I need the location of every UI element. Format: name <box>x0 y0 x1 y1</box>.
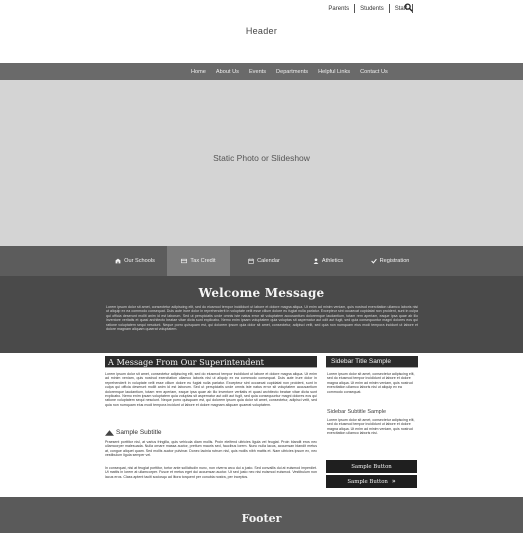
sample-button-label: Sample Button <box>347 478 388 485</box>
header-title: Header <box>245 26 278 36</box>
nav-item-home[interactable]: Home <box>186 69 211 75</box>
nav-item-helpful-links[interactable]: Helpful Links <box>313 69 355 75</box>
checkmark-icon <box>370 258 377 264</box>
main-nav: Home About Us Events Departments Helpful… <box>0 63 523 80</box>
quick-link-tax-credit[interactable]: Tax Credit <box>167 246 230 276</box>
nav-item-events[interactable]: Events <box>244 69 271 75</box>
footer: Footer <box>0 497 523 533</box>
quick-link-registration[interactable]: Registration <box>358 246 422 276</box>
welcome-title: Welcome Message <box>198 286 325 300</box>
nav-item-about-us[interactable]: About Us <box>211 69 244 75</box>
sidebar-heading-bar: Sidebar Title Sample <box>326 356 418 368</box>
welcome-section: Welcome Message Lorem ipsum dolor sit am… <box>0 276 523 353</box>
sample-button-arrow[interactable]: Sample Button » <box>326 475 417 488</box>
calendar-icon <box>248 258 254 264</box>
nav-item-departments[interactable]: Departments <box>271 69 313 75</box>
superintendent-heading-bar: A Message From Our Superintendent <box>105 356 317 368</box>
credit-card-icon <box>181 258 188 264</box>
double-chevron-right-icon: » <box>391 478 396 485</box>
nav-item-contact-us[interactable]: Contact Us <box>355 69 393 75</box>
body-paragraph: Praesent porttitor nisl, at varius fring… <box>105 440 317 458</box>
quick-link-label: Our Schools <box>124 258 155 264</box>
sidebar-subtitle: Sidebar Subtitle Sample <box>327 409 387 415</box>
sample-subtitle: Sample Subtitle <box>105 429 162 436</box>
utility-link-students[interactable]: Students <box>355 6 389 12</box>
superintendent-heading: A Message From Our Superintendent <box>108 357 264 367</box>
triangle-up-icon <box>105 429 114 436</box>
superintendent-paragraph: Lorem ipsum dolor sit amet, consectetur … <box>105 372 317 407</box>
quick-link-label: Athletics <box>321 258 344 264</box>
quick-link-athletics[interactable]: Athletics <box>298 246 358 276</box>
search-icon[interactable] <box>404 3 413 12</box>
sidebar-text: Lorem ipsum dolor sit amet, consectetur … <box>327 372 415 394</box>
content-section: A Message From Our Superintendent Lorem … <box>0 353 523 497</box>
sample-subtitle-label: Sample Subtitle <box>116 429 162 436</box>
quick-link-label: Tax Credit <box>190 258 216 264</box>
body-paragraph: In consequat, nisi at feugiat porttitor,… <box>105 466 317 479</box>
sidebar-title: Sidebar Title Sample <box>331 358 391 365</box>
welcome-body: Lorem ipsum dolor sit amet, consectetur … <box>106 305 418 332</box>
quick-links-bar: Our Schools Tax Credit Calendar Athletic… <box>0 246 523 276</box>
sample-button[interactable]: Sample Button <box>326 460 417 473</box>
sample-button-label: Sample Button <box>351 463 392 470</box>
sidebar-text: Lorem ipsum dolor sit amet, consectetur … <box>327 418 415 436</box>
quick-link-label: Registration <box>379 258 410 264</box>
footer-title: Footer <box>241 512 282 525</box>
hero-slideshow[interactable]: Static Photo or Slideshow <box>0 80 523 246</box>
utility-link-parents[interactable]: Parents <box>323 6 354 12</box>
quick-link-label: Calendar <box>257 258 280 264</box>
school-icon <box>115 258 121 264</box>
utility-bar: Parents Students Staff <box>0 0 523 16</box>
quick-link-our-schools[interactable]: Our Schools <box>103 246 167 276</box>
utility-links: Parents Students Staff <box>323 4 413 13</box>
hero-placeholder-text: Static Photo or Slideshow <box>213 153 310 163</box>
user-icon <box>313 258 319 264</box>
quick-link-calendar[interactable]: Calendar <box>230 246 298 276</box>
